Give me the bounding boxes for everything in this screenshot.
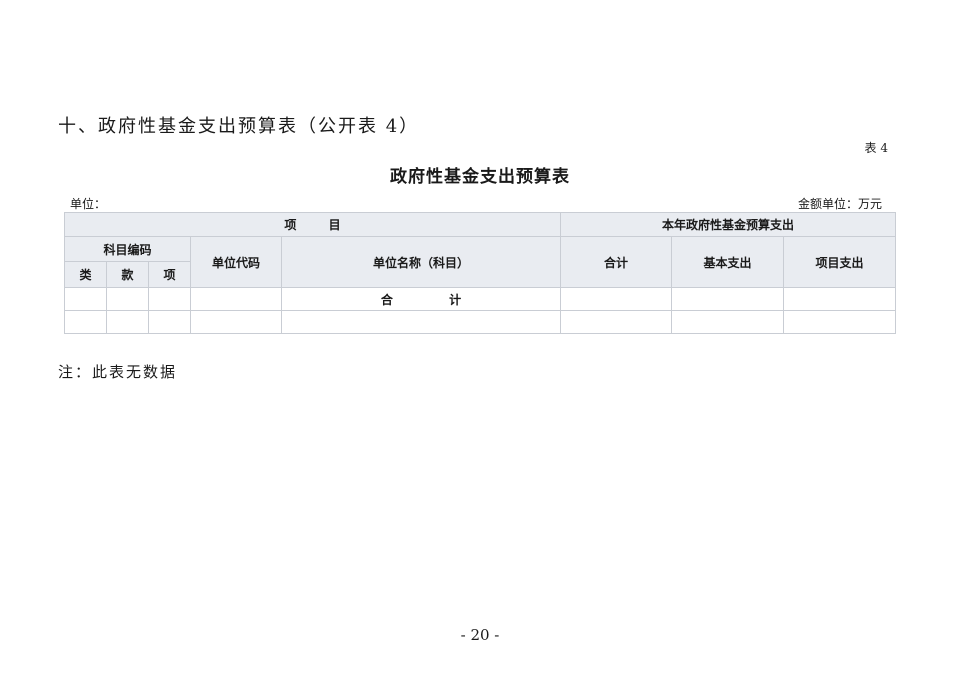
table-cell [190, 310, 282, 334]
total-row-label: 合 计 [280, 287, 562, 311]
header-class: 类 [64, 261, 107, 288]
table-note: 注：此表无数据 [58, 363, 178, 381]
table-cell [190, 287, 282, 311]
table-cell [560, 287, 673, 311]
total-row: 合 计 [64, 287, 897, 311]
header-unit-code: 单位代码 [190, 236, 282, 288]
page-number: - 20 - [460, 626, 500, 644]
table-cell [148, 310, 191, 334]
section-heading: 十、政府性基金支出预算表（公开表 4） [58, 116, 420, 137]
table-cell [671, 310, 785, 334]
header-unit-name: 单位名称（科目） [280, 236, 562, 288]
table-cell [280, 310, 562, 334]
header-row-2: 科目编码 单位代码 单位名称（科目） 合计 基本支出 项目支出 [64, 236, 897, 288]
header-row-1: 项 目 本年政府性基金预算支出 [63, 212, 897, 237]
table-row [64, 310, 897, 334]
table-cell [671, 287, 785, 311]
table-cell [783, 287, 897, 311]
table-cell [64, 310, 107, 334]
table-cell [64, 287, 107, 311]
header-project-expenditure: 项目支出 [783, 236, 897, 288]
table-number: 表 4 [864, 141, 888, 155]
table-cell [560, 310, 673, 334]
header-item-group: 项 目 [63, 212, 562, 237]
table-title: 政府性基金支出预算表 [390, 167, 570, 187]
header-budget-group: 本年政府性基金预算支出 [560, 212, 897, 237]
unit-label: 单位： [70, 197, 107, 211]
table-cell [148, 287, 191, 311]
header-section: 款 [106, 261, 149, 288]
table-cell [106, 287, 149, 311]
header-subject-code: 科目编码 [64, 236, 191, 262]
header-item: 项 [148, 261, 191, 288]
amount-unit-label: 金额单位：万元 [797, 197, 882, 211]
table-cell [106, 310, 149, 334]
header-basic-expenditure: 基本支出 [671, 236, 785, 288]
budget-table: 项 目 本年政府性基金预算支出 科目编码 单位代码 单位名称（科目） 合计 基本… [63, 212, 897, 334]
header-total: 合计 [560, 236, 673, 288]
table-cell [783, 310, 897, 334]
